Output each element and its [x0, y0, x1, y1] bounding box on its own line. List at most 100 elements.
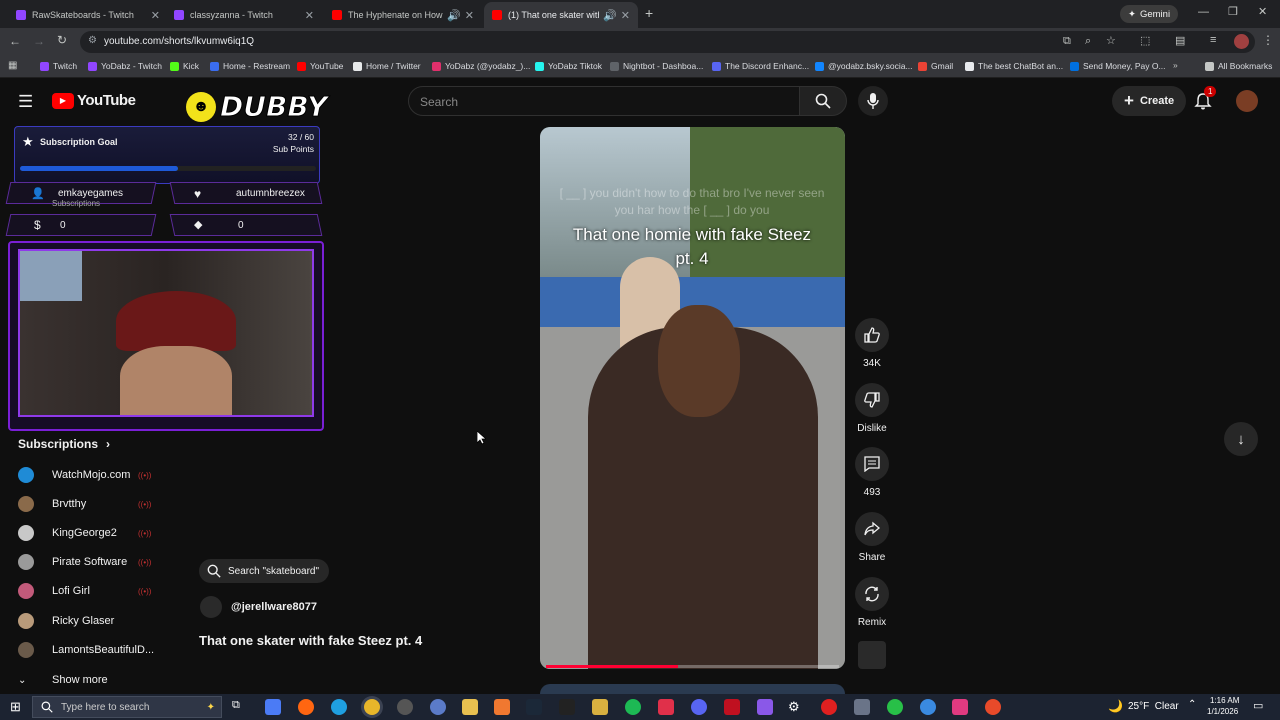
new-tab-button[interactable]: +	[645, 5, 653, 21]
channel-link[interactable]: @jerellware8077	[200, 596, 317, 618]
bookmark-item[interactable]: YoDabz - Twitch	[88, 61, 162, 71]
app-icon[interactable]	[658, 699, 674, 715]
menu-icon[interactable]: ⋮	[1262, 33, 1274, 47]
close-tab-icon[interactable]: ✕	[465, 9, 474, 22]
subscription-item[interactable]: Ricky Glaser	[18, 611, 114, 631]
reload-icon[interactable]: ↻	[57, 33, 67, 47]
app-icon[interactable]	[559, 699, 575, 715]
all-bookmarks-item[interactable]: All Bookmarks	[1205, 61, 1272, 71]
tiktok-icon[interactable]	[952, 699, 968, 715]
search-suggestion-chip[interactable]: Search "skateboard"	[199, 559, 330, 583]
windows-start-icon[interactable]: ⊞	[10, 699, 21, 715]
subscription-item[interactable]: KingGeorge2 ((•))	[18, 523, 151, 543]
tab-search-icon[interactable]: ≡	[1210, 34, 1216, 46]
apps-grid-icon[interactable]: ▦	[8, 60, 17, 71]
clock-date[interactable]: 1/1/2026	[1207, 707, 1238, 716]
hamburger-menu-icon[interactable]: ☰	[18, 92, 33, 112]
close-window-button[interactable]: ✕	[1258, 5, 1267, 18]
app-icon[interactable]	[854, 699, 870, 715]
maximize-button[interactable]: ❐	[1228, 5, 1238, 18]
sound-thumbnail[interactable]	[858, 641, 886, 669]
audio-icon[interactable]: 🔊	[447, 9, 461, 22]
gemini-button[interactable]: ✦ Gemini	[1120, 5, 1179, 23]
comments-button[interactable]: 493	[855, 447, 889, 498]
steam-icon[interactable]	[526, 699, 542, 715]
voice-search-button[interactable]	[858, 86, 888, 116]
spotify-icon[interactable]	[625, 699, 641, 715]
bookmark-item[interactable]: The Discord Enhanc...	[712, 61, 809, 71]
side-panel-icon[interactable]: ▤	[1175, 34, 1185, 47]
app-icon[interactable]	[430, 699, 446, 715]
zoom-icon[interactable]: ⌕	[1085, 35, 1091, 48]
like-button[interactable]: 34K	[855, 318, 889, 369]
search-input[interactable]: Search	[408, 86, 800, 116]
subscription-item[interactable]: WatchMojo.com ((•))	[18, 465, 151, 485]
discord-icon[interactable]	[691, 699, 707, 715]
bookmark-item[interactable]: YoDabz Tiktok	[535, 61, 602, 71]
chevron-right-icon[interactable]: »	[1173, 60, 1178, 70]
app-icon[interactable]	[821, 699, 837, 715]
create-button[interactable]: + Create	[1112, 86, 1187, 116]
clock-time[interactable]: 1:16 AM	[1210, 696, 1239, 705]
tray-chevron-icon[interactable]: ⌃	[1188, 699, 1196, 710]
bookmark-item[interactable]: Twitch	[40, 61, 77, 71]
app-icon[interactable]	[887, 699, 903, 715]
bookmark-item[interactable]: Home - Restream	[210, 61, 290, 71]
task-view-icon[interactable]: ⧉	[232, 699, 248, 715]
app-icon[interactable]	[724, 699, 740, 715]
audio-icon[interactable]: 🔊	[603, 9, 617, 22]
close-tab-icon[interactable]: ✕	[305, 9, 314, 22]
forward-icon[interactable]: →	[33, 34, 45, 48]
browser-tab-active[interactable]: (1) That one skater with fal 🔊 ✕	[484, 2, 638, 28]
chrome-icon[interactable]	[364, 699, 380, 715]
extensions-icon[interactable]: ⬚	[1140, 34, 1150, 47]
file-explorer-icon[interactable]	[462, 699, 478, 715]
notification-center-icon[interactable]: ▭	[1253, 699, 1263, 712]
bookmark-star-icon[interactable]: ☆	[1106, 34, 1116, 47]
dislike-button[interactable]: Dislike	[855, 383, 889, 434]
app-icon[interactable]	[920, 699, 936, 715]
site-info-icon[interactable]: ⚙	[88, 35, 97, 46]
subscription-item[interactable]: Lofi Girl ((•))	[18, 581, 151, 601]
firefox-icon[interactable]	[298, 699, 314, 715]
shorts-video-player[interactable]: [ __ ] you didn't how to do that bro I'v…	[540, 127, 845, 669]
bookmark-item[interactable]: Send Money, Pay O...	[1070, 61, 1166, 71]
copilot-icon[interactable]	[265, 699, 281, 715]
close-tab-icon[interactable]: ✕	[621, 9, 630, 22]
remix-button[interactable]: Remix	[855, 577, 889, 628]
search-button[interactable]	[799, 86, 847, 116]
bookmark-item[interactable]: Kick	[170, 61, 199, 71]
app-icon[interactable]	[985, 699, 1001, 715]
back-icon[interactable]: ←	[9, 34, 21, 48]
address-bar[interactable]: ⚙ youtube.com/shorts/lkvumw6iq1Q ⧉ ⌕ ☆	[80, 31, 1255, 53]
youtube-logo[interactable]: ▶ YouTube	[52, 92, 136, 109]
profile-avatar[interactable]	[1234, 34, 1249, 49]
subscription-item[interactable]: LamontsBeautifulD...	[18, 640, 154, 660]
edge-icon[interactable]	[331, 699, 347, 715]
subscription-item[interactable]: Brvtthy ((•))	[18, 494, 151, 514]
install-icon[interactable]: ⧉	[1063, 35, 1071, 48]
app-icon[interactable]	[757, 699, 773, 715]
bookmark-item[interactable]: YoDabz (@yodabz_)...	[432, 61, 530, 71]
close-tab-icon[interactable]: ✕	[151, 9, 160, 22]
browser-tab[interactable]: The Hyphenate on How Steve I 🔊 ✕	[324, 2, 482, 28]
bookmark-item[interactable]: The best ChatBot an...	[965, 61, 1063, 71]
bookmark-item[interactable]: Gmail	[918, 61, 953, 71]
next-short-button[interactable]: ↓	[1224, 422, 1258, 456]
obs-icon[interactable]	[397, 699, 413, 715]
weather-text[interactable]: 25°F Clear	[1128, 701, 1179, 712]
bookmark-item[interactable]: Home / Twitter	[353, 61, 421, 71]
gear-icon[interactable]: ⚙	[788, 699, 804, 715]
video-progress-track[interactable]	[546, 665, 839, 668]
account-avatar[interactable]	[1236, 90, 1258, 112]
bookmark-item[interactable]: Nightbot - Dashboa...	[610, 61, 703, 71]
subscription-item[interactable]: Pirate Software ((•))	[18, 552, 151, 572]
browser-tab[interactable]: RawSkateboards - Twitch ✕	[8, 2, 168, 28]
bookmark-item[interactable]: @yodabz.bsky.socia...	[815, 61, 913, 71]
bookmark-item[interactable]: YouTube	[297, 61, 343, 71]
notifications-button[interactable]: 1	[1194, 86, 1217, 115]
show-more-button[interactable]: ⌄ Show more	[18, 670, 108, 690]
subscriptions-heading[interactable]: Subscriptions ›	[18, 437, 110, 451]
share-button[interactable]: Share	[855, 512, 889, 563]
taskbar-search-input[interactable]: Type here to search ✦	[32, 696, 222, 718]
